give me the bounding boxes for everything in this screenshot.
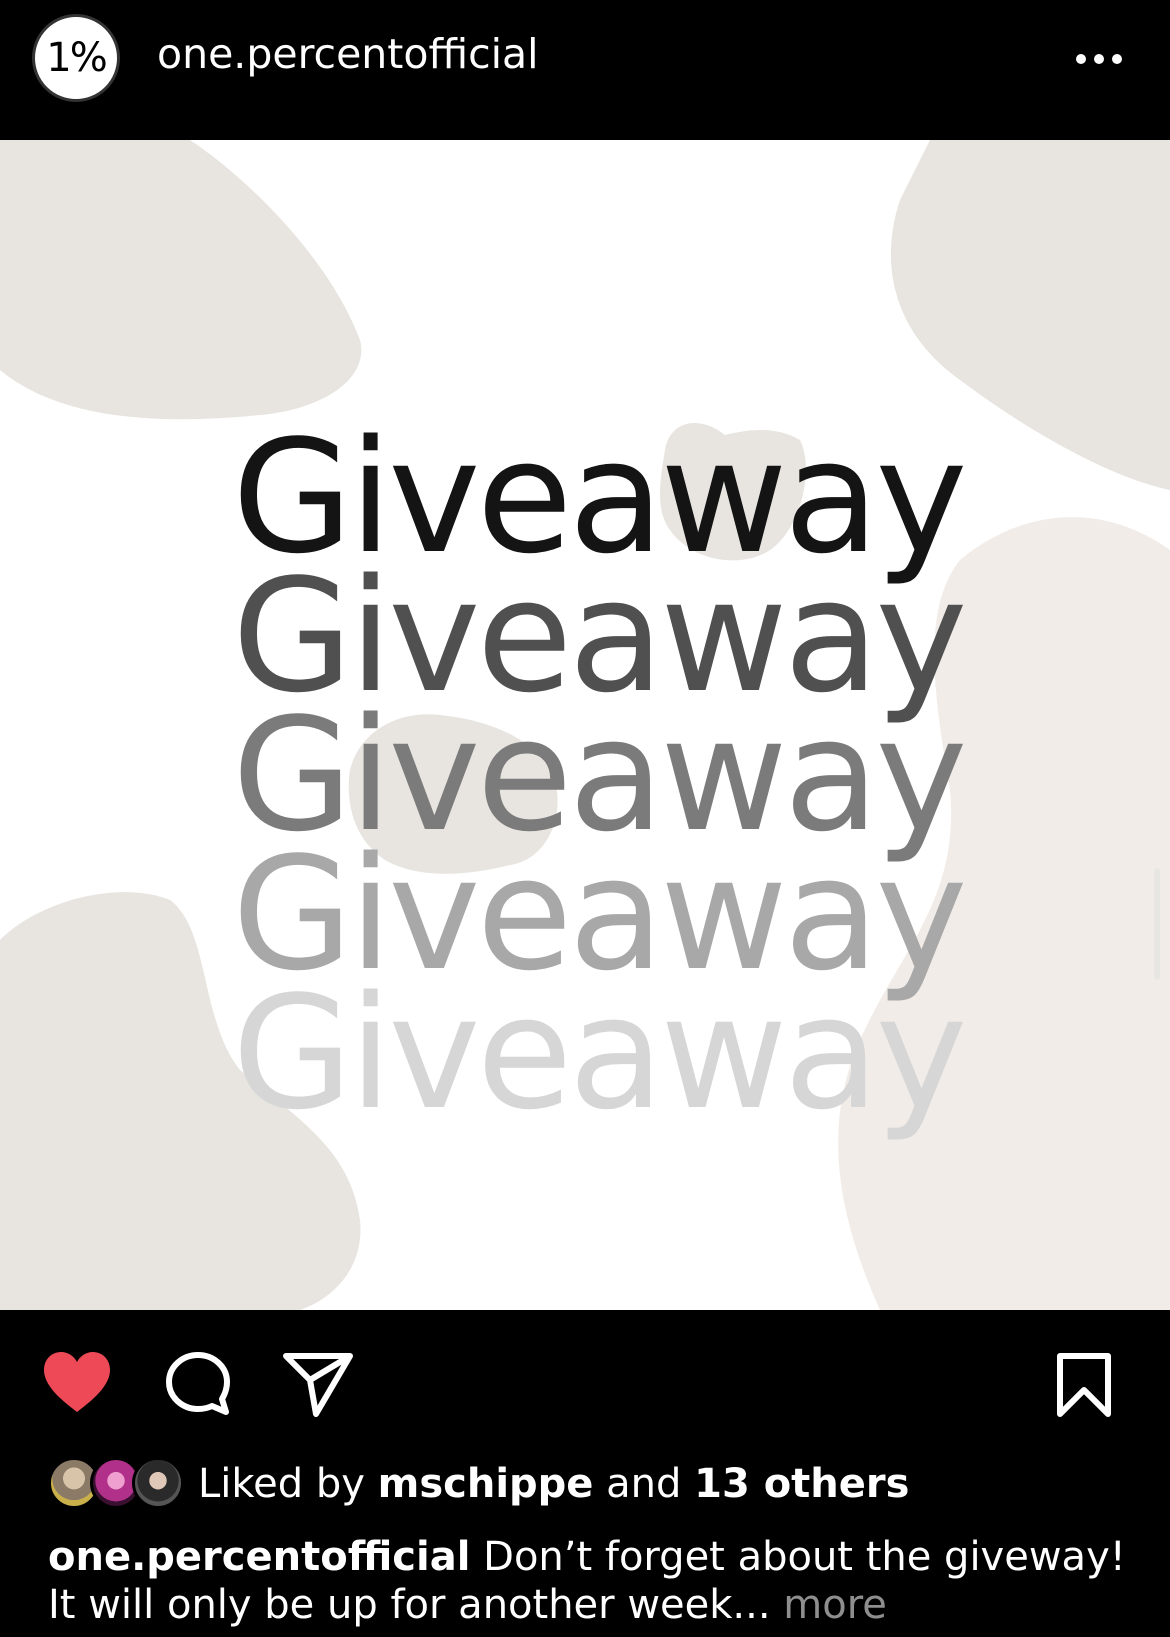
giveaway-line: Giveaway bbox=[232, 962, 968, 1144]
profile-avatar[interactable]: 1% bbox=[32, 14, 120, 102]
liker-avatars bbox=[48, 1457, 188, 1513]
post-caption: one.percentofficial Don’t forget about t… bbox=[48, 1533, 1138, 1629]
bookmark-icon[interactable] bbox=[1055, 1352, 1113, 1418]
dot bbox=[1112, 54, 1122, 64]
likes-others[interactable]: 13 others bbox=[694, 1461, 909, 1507]
scroll-indicator bbox=[1154, 868, 1160, 980]
more-options-icon[interactable] bbox=[1076, 44, 1136, 74]
caption-more-link[interactable]: more bbox=[771, 1582, 887, 1628]
paper-plane-icon[interactable] bbox=[282, 1350, 354, 1418]
comment-icon[interactable] bbox=[164, 1350, 232, 1418]
liker-avatar bbox=[132, 1457, 184, 1509]
dot bbox=[1094, 54, 1104, 64]
blob-top-left bbox=[0, 140, 362, 420]
post-username[interactable]: one.percentofficial bbox=[157, 30, 539, 78]
post-header: 1% one.percentofficial bbox=[0, 0, 1170, 140]
action-bar bbox=[0, 1310, 1170, 1440]
caption-username[interactable]: one.percentofficial bbox=[48, 1534, 470, 1580]
giveaway-text-stack: Giveaway Giveaway Giveaway Giveaway Give… bbox=[232, 419, 968, 1144]
likes-prefix: Liked by bbox=[198, 1461, 378, 1507]
likes-text[interactable]: Liked by mschippe and 13 others bbox=[198, 1461, 909, 1507]
dot bbox=[1076, 54, 1086, 64]
post-image[interactable]: Giveaway Giveaway Giveaway Giveaway Give… bbox=[0, 140, 1170, 1310]
heart-filled-icon[interactable] bbox=[42, 1350, 112, 1414]
liker-username[interactable]: mschippe bbox=[378, 1461, 594, 1507]
likes-row[interactable]: Liked by mschippe and 13 others bbox=[48, 1455, 1148, 1515]
likes-middle: and bbox=[593, 1461, 695, 1507]
